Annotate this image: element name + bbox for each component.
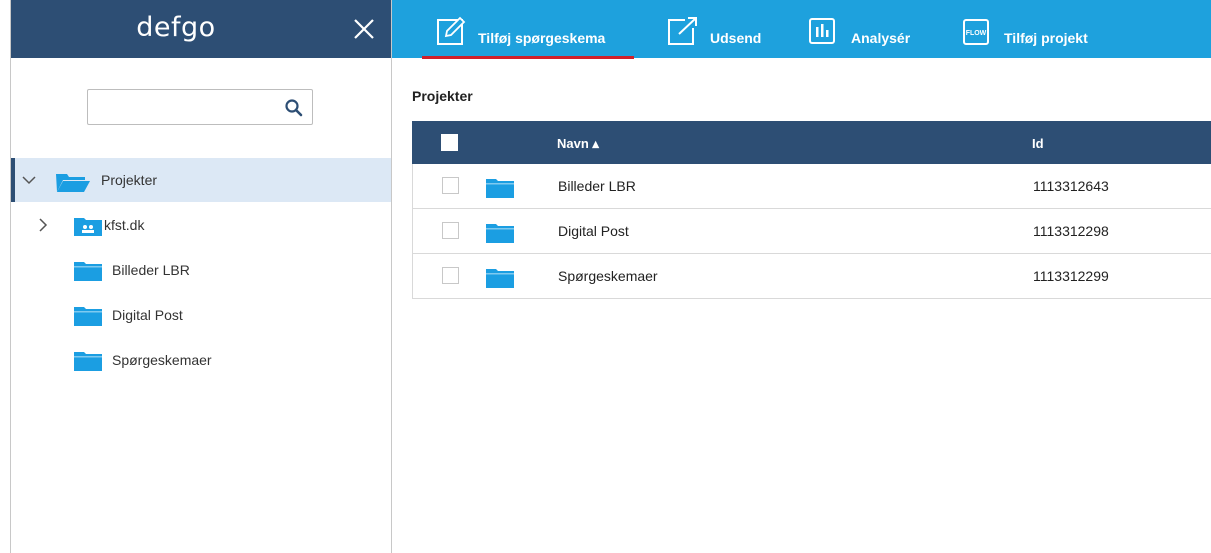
toolbar: Tilføj spørgeskema Udsend Analysér FLOW … bbox=[392, 0, 1211, 59]
row-id: 1113312643 bbox=[1033, 178, 1109, 194]
send-button[interactable]: Udsend bbox=[667, 0, 777, 58]
tree-item-spoergeskemaer[interactable]: Spørgeskemaer bbox=[11, 338, 391, 382]
active-tab-indicator bbox=[422, 56, 634, 59]
close-sidebar-button[interactable] bbox=[351, 13, 377, 43]
chevron-down-icon[interactable] bbox=[21, 172, 37, 188]
add-survey-label: Tilføj spørgeskema bbox=[478, 30, 606, 46]
tree-item-kfst[interactable]: kfst.dk bbox=[11, 203, 391, 247]
send-label: Udsend bbox=[710, 30, 762, 46]
page-title: Projekter bbox=[412, 88, 473, 104]
tree-item-label: Billeder LBR bbox=[112, 262, 190, 278]
row-checkbox[interactable] bbox=[442, 177, 459, 194]
brand-logo: defgo bbox=[136, 12, 216, 43]
analyze-button[interactable]: Analysér bbox=[808, 0, 928, 58]
column-header-id[interactable]: Id bbox=[1032, 136, 1044, 151]
row-name[interactable]: Spørgeskemaer bbox=[558, 268, 658, 284]
add-project-label: Tilføj projekt bbox=[1004, 30, 1088, 46]
row-id: 1113312299 bbox=[1033, 268, 1109, 284]
search-box bbox=[87, 89, 313, 125]
send-icon bbox=[668, 17, 697, 45]
flow-icon: FLOW bbox=[963, 19, 989, 45]
row-checkbox[interactable] bbox=[442, 267, 459, 284]
folder-icon bbox=[74, 262, 102, 281]
row-id: 1113312298 bbox=[1033, 223, 1109, 239]
row-name[interactable]: Billeder LBR bbox=[558, 178, 636, 194]
folder-open-icon bbox=[56, 174, 90, 192]
analyze-label: Analysér bbox=[851, 30, 911, 46]
shared-folder-icon bbox=[74, 218, 102, 236]
projects-table: Navn ▴ Id Billeder LBR 1113312643 Digita… bbox=[412, 121, 1211, 299]
table-header: Navn ▴ Id bbox=[412, 121, 1211, 164]
column-header-name[interactable]: Navn ▴ bbox=[557, 136, 599, 152]
flow-badge-text: FLOW bbox=[966, 30, 987, 37]
table-row[interactable]: Spørgeskemaer 1113312299 bbox=[412, 254, 1211, 299]
search-icon[interactable] bbox=[284, 98, 304, 118]
add-survey-button[interactable]: Tilføj spørgeskema bbox=[436, 0, 636, 58]
tree-item-projekter[interactable]: Projekter bbox=[11, 158, 391, 202]
search-input[interactable] bbox=[94, 96, 278, 120]
sidebar: defgo Projekter kfst.dk Billeder LBR Dig… bbox=[10, 0, 392, 553]
tree-item-label: Digital Post bbox=[112, 307, 183, 323]
select-all-checkbox[interactable] bbox=[441, 134, 458, 151]
tree-item-digital-post[interactable]: Digital Post bbox=[11, 293, 391, 337]
table-row[interactable]: Digital Post 1113312298 bbox=[412, 209, 1211, 254]
folder-icon bbox=[486, 179, 514, 198]
tree-item-billeder-lbr[interactable]: Billeder LBR bbox=[11, 248, 391, 292]
tree-item-label: kfst.dk bbox=[104, 217, 145, 233]
folder-icon bbox=[486, 224, 514, 243]
row-checkbox[interactable] bbox=[442, 222, 459, 239]
folder-icon bbox=[74, 352, 102, 371]
row-name[interactable]: Digital Post bbox=[558, 223, 629, 239]
bar-chart-icon bbox=[809, 18, 835, 44]
close-icon bbox=[354, 19, 374, 39]
edit-icon bbox=[437, 16, 466, 45]
tree-item-label: Projekter bbox=[101, 172, 158, 188]
table-row[interactable]: Billeder LBR 1113312643 bbox=[412, 164, 1211, 209]
folder-icon bbox=[486, 269, 514, 288]
sidebar-header: defgo bbox=[11, 0, 391, 58]
add-project-button[interactable]: FLOW Tilføj projekt bbox=[962, 0, 1132, 58]
folder-icon bbox=[74, 307, 102, 326]
chevron-right-icon[interactable] bbox=[35, 217, 51, 233]
tree-item-label: Spørgeskemaer bbox=[112, 352, 212, 368]
